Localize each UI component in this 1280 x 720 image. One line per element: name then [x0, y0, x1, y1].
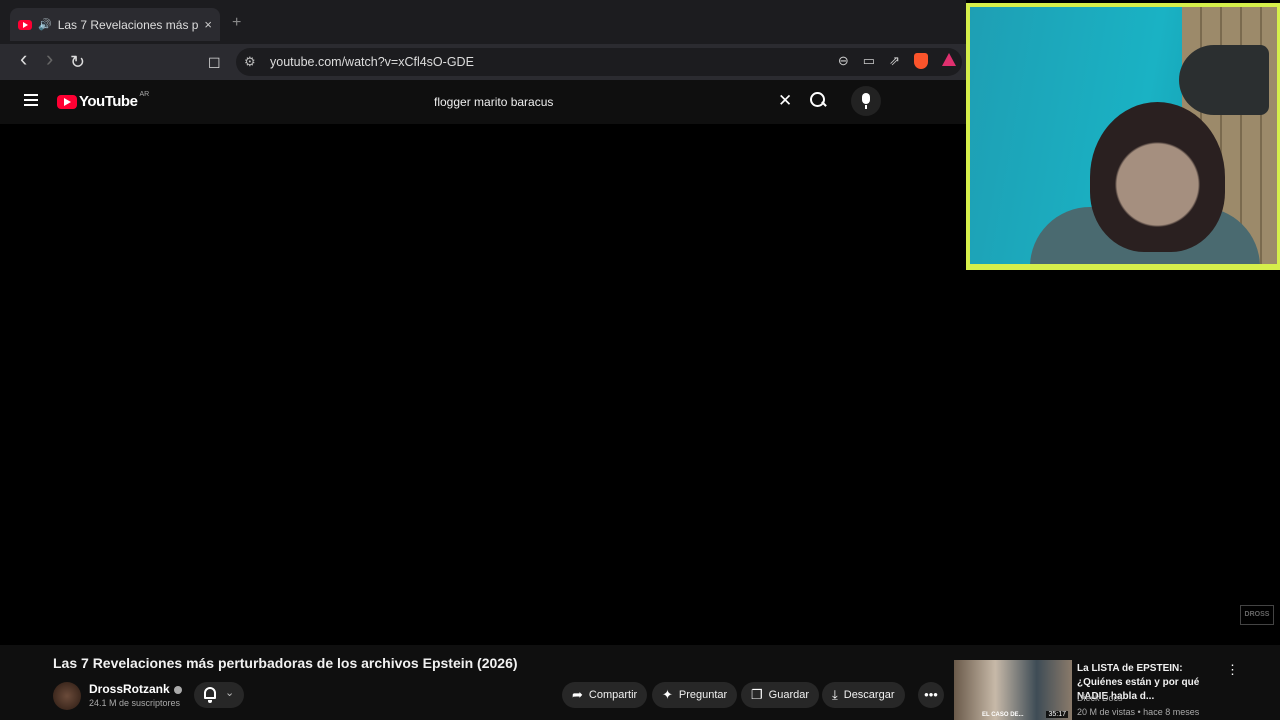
save-bookmark-icon: ❐	[751, 687, 763, 702]
verified-icon	[173, 685, 182, 694]
subscriber-count: 24.1 M de suscriptores	[89, 698, 181, 708]
clear-search-icon[interactable]: ✕	[778, 91, 792, 111]
bookmark-icon[interactable]: ☐	[208, 53, 221, 73]
back-button[interactable]: ‹	[20, 48, 27, 70]
browser-tab[interactable]: 🔊 Las 7 Revelaciones más pertu ×	[10, 8, 220, 41]
menu-icon[interactable]	[24, 94, 38, 106]
microphone	[1179, 45, 1269, 115]
channel-avatar[interactable]	[53, 682, 81, 710]
save-button[interactable]: ❐ Guardar	[741, 682, 820, 708]
recommended-thumbnail[interactable]: EL CASO DE... 35:17	[954, 660, 1072, 720]
share-arrow-icon: ➦	[572, 687, 583, 702]
address-bar-tools: ⊖ ▭ ⇗	[838, 53, 956, 69]
search-icon[interactable]	[808, 90, 828, 110]
channel-name-row[interactable]: DrossRotzank	[89, 682, 182, 696]
webcam-feed	[970, 7, 1277, 264]
voice-search-icon[interactable]	[851, 86, 881, 116]
address-bar[interactable]: ⚙ youtube.com/watch?v=xCfl4sO-GDE ⊖ ▭ ⇗	[236, 48, 962, 76]
thumbnail-caption: EL CASO DE...	[982, 712, 1024, 718]
download-button[interactable]: ⤓ Descargar	[822, 682, 905, 708]
site-settings-icon[interactable]: ⚙	[244, 54, 256, 70]
search-box[interactable]: flogger marito baracus ✕	[424, 88, 804, 116]
browser-tab-strip: 🔊 Las 7 Revelaciones más pertu × +	[0, 0, 966, 44]
speaker-icon[interactable]: 🔊	[38, 18, 52, 31]
recommended-meta: 20 M de vistas • hace 8 meses	[1077, 707, 1200, 717]
more-actions-button[interactable]: •••	[918, 682, 944, 708]
youtube-header: YouTube AR flogger marito baracus ✕	[0, 80, 966, 124]
kebab-menu-icon[interactable]: ⋮	[1226, 662, 1239, 678]
tab-close-icon[interactable]: ×	[204, 17, 212, 32]
forward-button[interactable]: ›	[46, 48, 53, 70]
ask-button[interactable]: ✦ Preguntar	[652, 682, 738, 708]
save-label: Guardar	[768, 689, 810, 701]
region-code: AR	[139, 91, 150, 98]
person-head	[1090, 102, 1225, 252]
sparkle-icon: ✦	[662, 687, 673, 702]
bell-icon	[204, 687, 216, 703]
channel-watermark[interactable]: DROSS	[1240, 605, 1274, 625]
share-icon[interactable]: ⇗	[889, 53, 900, 69]
browser-toolbar: ‹ › ↻ ☐ ⚙ youtube.com/watch?v=xCfl4sO-GD…	[0, 44, 966, 80]
download-label: Descargar	[843, 689, 895, 701]
recommended-video[interactable]: EL CASO DE... 35:17 La LISTA de EPSTEIN:…	[954, 660, 1274, 720]
ask-label: Preguntar	[678, 689, 728, 701]
tab-title: Las 7 Revelaciones más pertu	[57, 17, 199, 32]
recommended-channel[interactable]: Dieck Docs	[1077, 693, 1123, 703]
new-tab-button[interactable]: +	[232, 14, 241, 32]
webcam-overlay	[966, 3, 1280, 270]
zoom-icon[interactable]: ⊖	[838, 53, 849, 69]
notification-button[interactable]: ⌄	[194, 682, 244, 708]
youtube-play-icon	[57, 94, 77, 109]
url-text[interactable]: youtube.com/watch?v=xCfl4sO-GDE	[270, 55, 474, 69]
share-button[interactable]: ➦ Compartir	[562, 682, 648, 708]
reload-button[interactable]: ↻	[70, 52, 85, 72]
youtube-favicon-icon	[18, 19, 32, 30]
video-title: Las 7 Revelaciones más perturbadoras de …	[53, 655, 518, 671]
channel-name[interactable]: DrossRotzank	[89, 682, 170, 696]
chevron-down-icon: ⌄	[225, 687, 235, 699]
youtube-logo[interactable]: YouTube AR	[57, 91, 150, 110]
download-icon: ⤓	[832, 687, 838, 702]
search-input[interactable]: flogger marito baracus	[434, 95, 553, 109]
youtube-wordmark: YouTube	[79, 93, 138, 110]
share-label: Compartir	[588, 689, 638, 701]
duration-badge: 35:17	[1046, 711, 1068, 718]
video-info: Las 7 Revelaciones más perturbadoras de …	[0, 645, 1280, 720]
brave-rewards-icon[interactable]	[942, 53, 956, 66]
brave-shields-icon[interactable]	[914, 53, 928, 69]
cast-icon[interactable]: ▭	[863, 53, 875, 69]
